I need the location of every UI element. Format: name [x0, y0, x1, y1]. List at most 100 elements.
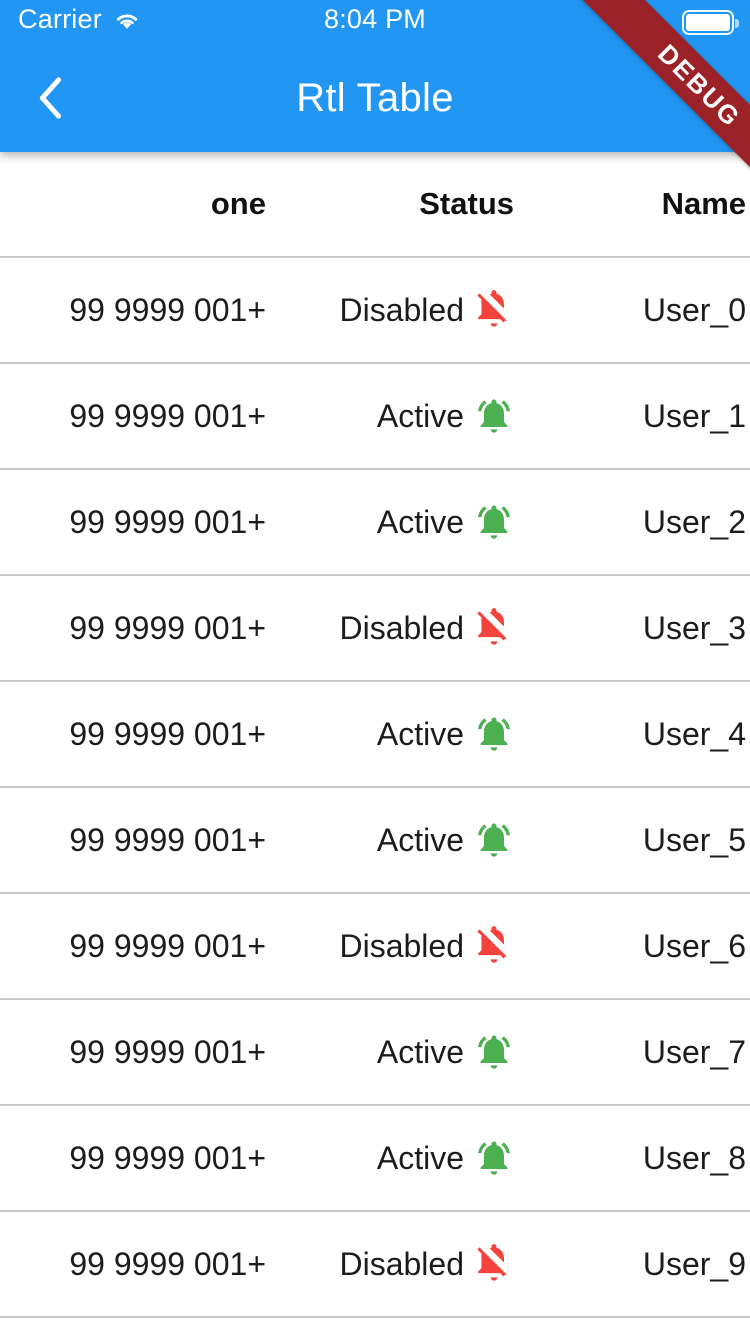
table-row[interactable]: User_3 Disabled 99 9999 001+: [0, 576, 750, 682]
status-text: Disabled: [339, 1245, 464, 1282]
cell-status: Disabled: [290, 290, 522, 330]
phone-number-text: 99 9999 001+: [69, 715, 266, 752]
phone-number-text: 99 9999 001+: [69, 821, 266, 858]
clock: 8:04 PM: [324, 4, 426, 34]
status-text: Disabled: [339, 927, 464, 964]
status-text: Active: [376, 1033, 464, 1070]
notifications-off-icon: [477, 1244, 508, 1281]
user-name-text: User_6: [642, 927, 746, 964]
phone-number-text: 99 9999 001+: [69, 1245, 266, 1282]
table-row[interactable]: User_5 Active 99 9999 001+: [0, 788, 750, 894]
battery-level-fill: [686, 14, 730, 31]
column-header-name[interactable]: Name: [522, 186, 750, 222]
status-badge: Disabled: [339, 608, 514, 648]
user-name-text: User_0: [642, 291, 746, 328]
app-screen: Carrier 8:04 PM Rtl Table DEBUG Name Sta…: [0, 0, 750, 1334]
status-text: Active: [376, 715, 464, 752]
status-badge: Active: [377, 820, 514, 860]
phone-number-text: 99 9999 001+: [69, 1033, 266, 1070]
cell-phone: 99 9999 001+: [0, 292, 290, 329]
user-name-text: User_3: [642, 609, 746, 646]
cell-name: User_8: [522, 1140, 750, 1177]
battery-full-icon: [682, 10, 739, 35]
notifications-off-icon: [477, 608, 508, 645]
cell-name: User_9: [522, 1246, 750, 1283]
cell-status: Active: [290, 502, 522, 542]
cell-phone: 99 9999 001+: [0, 504, 290, 541]
status-text: Active: [376, 1139, 464, 1176]
cell-phone: 99 9999 001+: [0, 1140, 290, 1177]
status-badge: Active: [377, 1032, 514, 1072]
table-row[interactable]: User_8 Active 99 9999 001+: [0, 1106, 750, 1212]
status-text: Disabled: [339, 291, 464, 328]
table-row[interactable]: User_1 Active 99 9999 001+: [0, 364, 750, 470]
table-row[interactable]: User_6 Disabled 99 9999 001+: [0, 894, 750, 1000]
user-name-text: User_9: [642, 1245, 746, 1282]
table-row[interactable]: User_2 Active 99 9999 001+: [0, 470, 750, 576]
cell-status: Active: [290, 714, 522, 754]
cell-phone: 99 9999 001+: [0, 1034, 290, 1071]
cell-phone: 99 9999 001+: [0, 928, 290, 965]
phone-number-text: 99 9999 001+: [69, 927, 266, 964]
cell-name: User_2: [522, 504, 750, 541]
table-row[interactable]: User_4 Active 99 9999 001+: [0, 682, 750, 788]
cell-name: User_5: [522, 822, 750, 859]
cell-name: User_7: [522, 1034, 750, 1071]
notifications-active-icon: [478, 1141, 510, 1175]
notifications-active-icon: [478, 505, 510, 539]
cell-name: User_6: [522, 928, 750, 965]
cell-phone: 99 9999 001+: [0, 1246, 290, 1283]
cell-status: Disabled: [290, 608, 522, 648]
cell-phone: 99 9999 001+: [0, 822, 290, 859]
cell-name: User_4: [522, 716, 750, 753]
cell-phone: 99 9999 001+: [0, 716, 290, 753]
notifications-active-icon: [478, 717, 510, 751]
app-bar: Carrier 8:04 PM Rtl Table: [0, 0, 750, 152]
page-title: Rtl Table: [296, 75, 454, 120]
cell-status: Active: [290, 1032, 522, 1072]
nav-row: Rtl Table: [0, 44, 750, 152]
phone-number-text: 99 9999 001+: [69, 609, 266, 646]
user-name-text: User_4: [642, 715, 746, 752]
status-text: Active: [376, 503, 464, 540]
table-inner: Name Status one User_0 Disabled 99 9999 00…: [0, 152, 750, 1318]
status-badge: Active: [377, 714, 514, 754]
column-header-status[interactable]: Status: [290, 186, 522, 222]
table-header-row: Name Status one: [0, 152, 750, 258]
column-header-phone[interactable]: one: [0, 186, 290, 222]
notifications-active-icon: [478, 823, 510, 857]
cell-phone: 99 9999 001+: [0, 398, 290, 435]
notifications-off-icon: [477, 926, 508, 963]
cell-name: User_3: [522, 610, 750, 647]
rtl-data-table[interactable]: Name Status one User_0 Disabled 99 9999 00…: [0, 152, 750, 1334]
status-bar: Carrier 8:04 PM: [0, 0, 750, 44]
status-badge: Active: [377, 1138, 514, 1178]
phone-number-text: 99 9999 001+: [69, 503, 266, 540]
cell-status: Disabled: [290, 926, 522, 966]
status-badge: Disabled: [339, 926, 514, 966]
table-row[interactable]: User_7 Active 99 9999 001+: [0, 1000, 750, 1106]
status-text: Active: [376, 397, 464, 434]
status-badge: Active: [377, 502, 514, 542]
cell-status: Active: [290, 820, 522, 860]
status-text: Active: [376, 821, 464, 858]
phone-number-text: 99 9999 001+: [69, 397, 266, 434]
notifications-off-icon: [477, 290, 508, 327]
phone-number-text: 99 9999 001+: [69, 1139, 266, 1176]
table-row[interactable]: User_9 Disabled 99 9999 001+: [0, 1212, 750, 1318]
phone-number-text: 99 9999 001+: [69, 291, 266, 328]
user-name-text: User_2: [642, 503, 746, 540]
user-name-text: User_7: [642, 1033, 746, 1070]
table-row[interactable]: User_0 Disabled 99 9999 001+: [0, 258, 750, 364]
cell-name: User_1: [522, 398, 750, 435]
user-name-text: User_5: [642, 821, 746, 858]
status-badge: Active: [377, 396, 514, 436]
cell-status: Active: [290, 396, 522, 436]
cell-name: User_0: [522, 292, 750, 329]
cell-status: Disabled: [290, 1244, 522, 1284]
cell-phone: 99 9999 001+: [0, 610, 290, 647]
status-badge: Disabled: [339, 1244, 514, 1284]
notifications-active-icon: [478, 399, 510, 433]
cell-status: Active: [290, 1138, 522, 1178]
user-name-text: User_1: [642, 397, 746, 434]
